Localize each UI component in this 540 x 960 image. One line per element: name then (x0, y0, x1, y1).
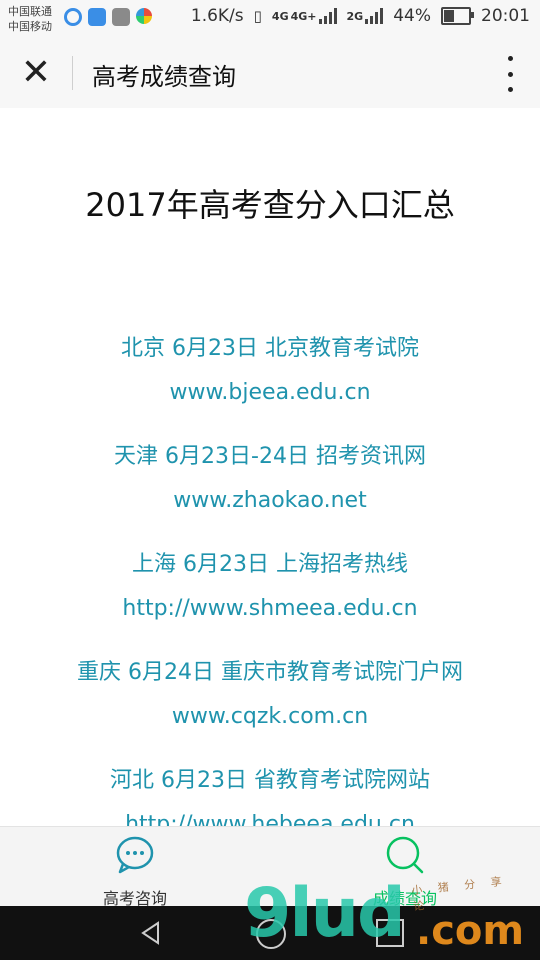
title-divider (72, 56, 73, 90)
recent-apps-icon[interactable] (376, 919, 404, 947)
net-speed: 1.6K/s (190, 6, 244, 26)
battery-icon (441, 7, 474, 25)
entry-info: 上海 6月23日 上海招考热线 (132, 552, 408, 577)
refresh-icon (64, 8, 82, 26)
entry-chongqing: 重庆 6月24日 重庆市教育考试院门户网 www.cqzk.com.cn (0, 654, 540, 729)
entry-url-link[interactable]: http://www.hebeea.edu.cn (0, 812, 540, 826)
vibrate-icon: ▯ (253, 7, 262, 25)
entry-info: 天津 6月23日-24日 招考资讯网 (114, 444, 426, 469)
dot-icon (507, 87, 513, 92)
entry-tianjin: 天津 6月23日-24日 招考资讯网 www.zhaokao.net (0, 438, 540, 513)
system-nav-bar (0, 906, 540, 960)
location-icon (88, 8, 106, 26)
more-options-button[interactable] (500, 56, 520, 92)
entry-beijing: 北京 6月23日 北京教育考试院 www.bjeea.edu.cn (0, 330, 540, 405)
tab-gaokao-consult[interactable]: 高考咨询 (45, 827, 225, 908)
entry-info: 北京 6月23日 北京教育考试院 (121, 336, 419, 361)
entry-hebei: 河北 6月23日 省教育考试院网站 http://www.hebeea.edu.… (0, 762, 540, 826)
dot-icon (507, 71, 513, 77)
carrier-2: 中国移动 (8, 20, 52, 33)
signal-2g: 2G (347, 8, 384, 24)
notification-icons (64, 8, 152, 26)
gallery-icon (112, 8, 130, 26)
entry-url-link[interactable]: www.cqzk.com.cn (0, 704, 540, 729)
entry-url-link[interactable]: www.bjeea.edu.cn (0, 380, 540, 405)
battery-fill (444, 10, 454, 22)
signal-4g: 4G 4G+ (272, 8, 337, 24)
dot-icon (507, 56, 513, 61)
tab-score-query[interactable]: 成绩查询 (315, 827, 495, 908)
bottom-tab-bar: 高考咨询 成绩查询 (0, 826, 540, 908)
carrier-1: 中国联通 (8, 5, 52, 18)
status-bar: 中国联通 中国移动 1.6K/s ▯ 4G 4G+ 2G 44% 20:01 (0, 0, 540, 38)
chat-bubble-icon (116, 836, 154, 874)
clock: 20:01 (481, 6, 530, 26)
entry-info: 重庆 6月24日 重庆市教育考试院门户网 (77, 660, 463, 685)
page-title: 高考成绩查询 (92, 63, 236, 91)
entry-url-link[interactable]: www.zhaokao.net (0, 488, 540, 513)
entry-info: 河北 6月23日 省教育考试院网站 (110, 768, 430, 793)
article-content[interactable]: 2017年高考查分入口汇总 北京 6月23日 北京教育考试院 www.bjeea… (0, 108, 540, 826)
close-button[interactable]: ✕ (18, 55, 54, 92)
title-bar: ✕ 高考成绩查询 (0, 38, 540, 108)
search-icon (386, 836, 424, 874)
back-triangle-icon[interactable] (138, 920, 164, 946)
entry-shanghai: 上海 6月23日 上海招考热线 http://www.shmeea.edu.cn (0, 546, 540, 621)
entry-url-link[interactable]: http://www.shmeea.edu.cn (0, 596, 540, 621)
photos-icon (136, 8, 152, 24)
close-icon: ✕ (20, 52, 52, 93)
article-heading: 2017年高考查分入口汇总 (85, 186, 455, 224)
home-circle-icon[interactable] (256, 919, 286, 949)
signal-bars-icon (365, 8, 384, 24)
status-right: 1.6K/s ▯ 4G 4G+ 2G 44% 20:01 (191, 6, 530, 26)
carrier-info: 中国联通 中国移动 (8, 4, 52, 34)
signal-bars-icon (318, 8, 337, 24)
battery-percent: 44% (393, 6, 431, 26)
